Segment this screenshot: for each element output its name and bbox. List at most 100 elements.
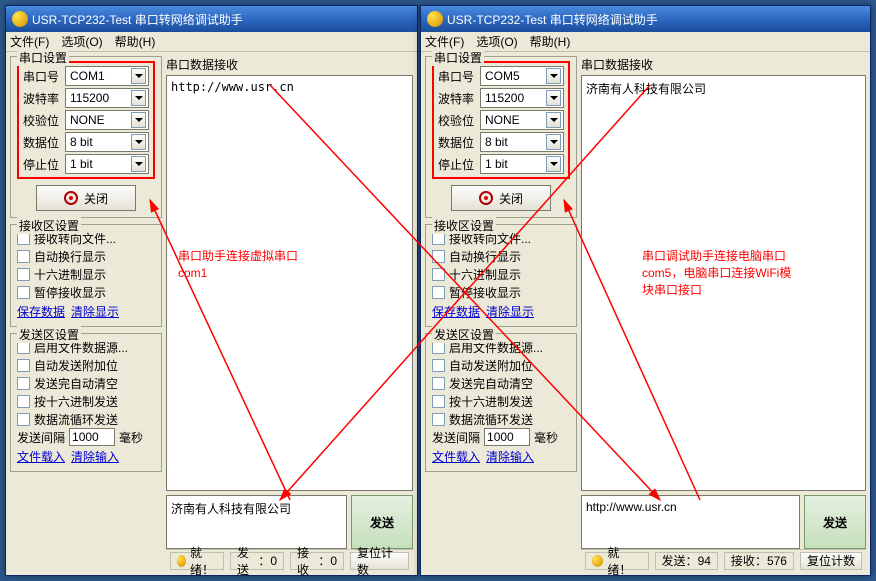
checkbox[interactable] <box>17 359 30 372</box>
databits-value: 8 bit <box>485 135 508 149</box>
chevron-down-icon <box>131 156 146 172</box>
window-title: USR-TCP232-Test 串口转网络调试助手 <box>32 11 243 28</box>
chevron-down-icon <box>546 90 561 106</box>
stopbits-value: 1 bit <box>485 157 508 171</box>
parity-label: 校验位 <box>438 112 474 129</box>
checkbox[interactable] <box>432 250 445 263</box>
stopbits-label: 停止位 <box>23 156 59 173</box>
databits-select[interactable]: 8 bit <box>65 132 149 152</box>
status-recv: 接收：576 <box>724 552 794 570</box>
close-button[interactable]: 关闭 <box>451 185 551 211</box>
reset-count-button[interactable]: 复位计数 <box>800 552 862 570</box>
status-recv: 接收：0 <box>290 552 344 570</box>
close-label: 关闭 <box>499 190 523 207</box>
recv-textarea[interactable]: 济南有人科技有限公司 <box>581 75 866 491</box>
send-opt-1: 自动发送附加位 <box>34 357 118 374</box>
interval-unit: 毫秒 <box>119 429 143 446</box>
interval-unit: 毫秒 <box>534 429 558 446</box>
stopbits-value: 1 bit <box>70 157 93 171</box>
checkbox[interactable] <box>17 413 30 426</box>
clear-input-link[interactable]: 清除输入 <box>486 448 534 465</box>
checkbox[interactable] <box>432 395 445 408</box>
interval-input[interactable]: 1000 <box>484 428 530 446</box>
send-textarea[interactable]: 济南有人科技有限公司 <box>166 495 347 549</box>
recv-settings-legend: 接收区设置 <box>432 217 496 234</box>
port-value: COM5 <box>485 69 520 83</box>
parity-label: 校验位 <box>23 112 59 129</box>
parity-value: NONE <box>70 113 105 127</box>
send-textarea[interactable]: http://www.usr.cn <box>581 495 800 549</box>
close-button[interactable]: 关闭 <box>36 185 136 211</box>
menu-help[interactable]: 帮助(H) <box>530 33 571 50</box>
send-opt-2: 发送完自动清空 <box>449 375 533 392</box>
checkbox[interactable] <box>17 286 30 299</box>
recv-opt-1: 自动换行显示 <box>34 248 106 265</box>
baud-select[interactable]: 115200 <box>480 88 564 108</box>
port-select[interactable]: COM5 <box>480 66 564 86</box>
checkbox[interactable] <box>432 286 445 299</box>
chevron-down-icon <box>546 156 561 172</box>
parity-select[interactable]: NONE <box>65 110 149 130</box>
ready-icon <box>592 555 603 567</box>
chevron-down-icon <box>546 68 561 84</box>
send-button[interactable]: 发送 <box>804 495 866 549</box>
status-ready: 就绪！ <box>585 552 649 570</box>
status-ready: 就绪！ <box>170 552 224 570</box>
checkbox[interactable] <box>17 250 30 263</box>
send-opt-2: 发送完自动清空 <box>34 375 118 392</box>
menu-file[interactable]: 文件(F) <box>10 33 49 50</box>
baud-label: 波特率 <box>23 90 59 107</box>
chevron-down-icon <box>131 112 146 128</box>
port-label: 串口号 <box>438 68 474 85</box>
file-load-link[interactable]: 文件载入 <box>432 448 480 465</box>
serial-settings-group: 串口设置 串口号 COM5 波特率 115200 校验位 NONE 数据位 8 … <box>425 56 577 218</box>
record-icon <box>64 191 78 205</box>
port-select[interactable]: COM1 <box>65 66 149 86</box>
interval-input[interactable]: 1000 <box>69 428 115 446</box>
send-settings-legend: 发送区设置 <box>17 326 81 343</box>
stopbits-select[interactable]: 1 bit <box>65 154 149 174</box>
menu-options[interactable]: 选项(O) <box>476 33 517 50</box>
interval-value: 1000 <box>487 430 514 444</box>
baud-label: 波特率 <box>438 90 474 107</box>
send-settings-legend: 发送区设置 <box>432 326 496 343</box>
port-label: 串口号 <box>23 68 59 85</box>
serial-settings-legend: 串口设置 <box>432 49 484 66</box>
titlebar[interactable]: USR-TCP232-Test 串口转网络调试助手 <box>6 6 417 32</box>
stopbits-select[interactable]: 1 bit <box>480 154 564 174</box>
databits-select[interactable]: 8 bit <box>480 132 564 152</box>
recv-opt-3: 暂停接收显示 <box>449 284 521 301</box>
recv-textarea[interactable]: http://www.usr.cn <box>166 75 413 491</box>
menu-file[interactable]: 文件(F) <box>425 33 464 50</box>
checkbox[interactable] <box>432 268 445 281</box>
save-data-link[interactable]: 保存数据 <box>17 303 65 320</box>
close-label: 关闭 <box>84 190 108 207</box>
reset-count-button[interactable]: 复位计数 <box>350 552 409 570</box>
save-data-link[interactable]: 保存数据 <box>432 303 480 320</box>
checkbox[interactable] <box>17 268 30 281</box>
baud-select[interactable]: 115200 <box>65 88 149 108</box>
checkbox[interactable] <box>432 359 445 372</box>
menu-help[interactable]: 帮助(H) <box>115 33 156 50</box>
file-load-link[interactable]: 文件载入 <box>17 448 65 465</box>
clear-recv-link[interactable]: 清除显示 <box>71 303 119 320</box>
stopbits-label: 停止位 <box>438 156 474 173</box>
status-send: 发送：94 <box>655 552 718 570</box>
chevron-down-icon <box>546 134 561 150</box>
checkbox[interactable] <box>432 377 445 390</box>
window-left: USR-TCP232-Test 串口转网络调试助手 文件(F) 选项(O) 帮助… <box>5 5 418 576</box>
send-opt-4: 数据流循环发送 <box>449 411 533 428</box>
checkbox[interactable] <box>432 413 445 426</box>
clear-recv-link[interactable]: 清除显示 <box>486 303 534 320</box>
clear-input-link[interactable]: 清除输入 <box>71 448 119 465</box>
menu-options[interactable]: 选项(O) <box>61 33 102 50</box>
send-button[interactable]: 发送 <box>351 495 413 549</box>
recv-opt-2: 十六进制显示 <box>34 266 106 283</box>
checkbox[interactable] <box>17 395 30 408</box>
checkbox[interactable] <box>17 377 30 390</box>
send-opt-1: 自动发送附加位 <box>449 357 533 374</box>
parity-select[interactable]: NONE <box>480 110 564 130</box>
status-send: 发送：0 <box>230 552 284 570</box>
titlebar[interactable]: USR-TCP232-Test 串口转网络调试助手 <box>421 6 870 32</box>
databits-label: 数据位 <box>438 134 474 151</box>
